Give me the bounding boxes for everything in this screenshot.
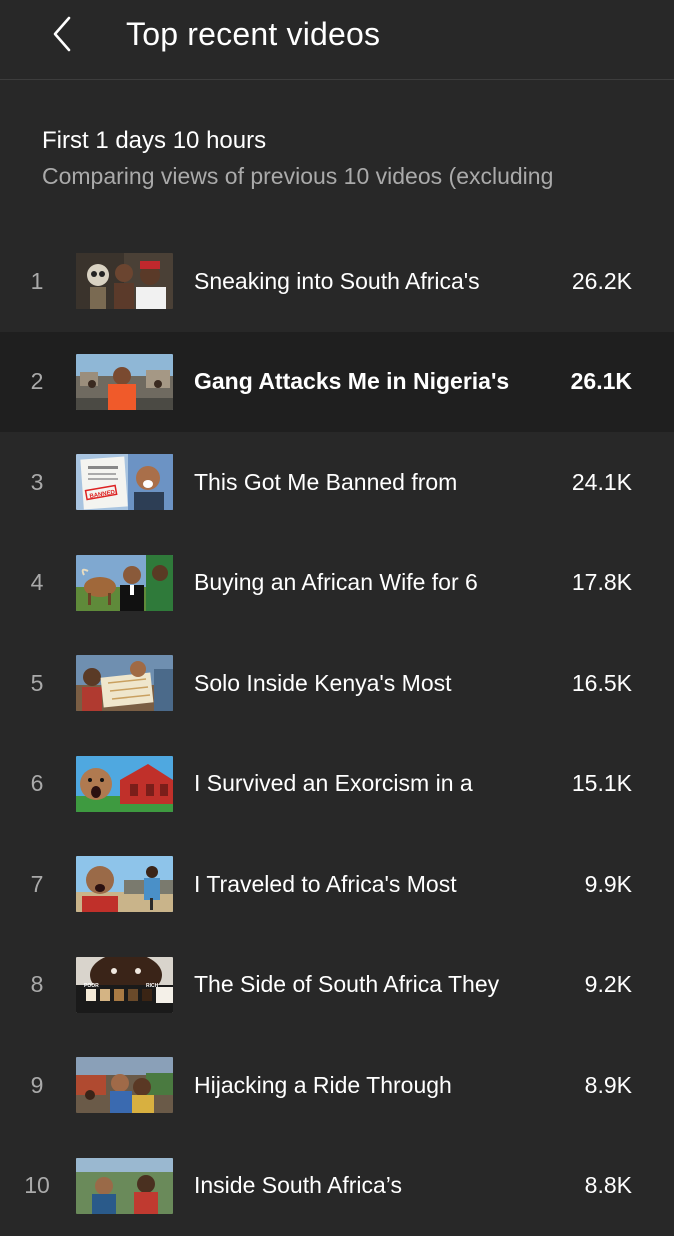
video-title: This Got Me Banned from: [194, 432, 539, 533]
rank-number: 10: [0, 1136, 76, 1236]
video-thumbnail: [76, 856, 173, 912]
video-thumbnail: [76, 354, 173, 410]
video-row[interactable]: 6 I Survived an Exorcism in a 15.1K: [0, 734, 674, 835]
video-thumbnail: [76, 253, 173, 309]
thumbnail-poor-label: POOR: [84, 983, 99, 989]
rank-number: 4: [0, 533, 76, 634]
video-thumbnail: [76, 1057, 173, 1113]
view-count: 17.8K: [572, 533, 632, 634]
comparison-description: Comparing views of previous 10 videos (e…: [42, 161, 662, 191]
view-count: 8.9K: [585, 1035, 632, 1136]
video-thumbnail: BANNED: [76, 454, 173, 510]
video-thumbnail: POOR RICH: [76, 957, 173, 1013]
video-row[interactable]: 5 Solo Inside Kenya's Most 16.5K: [0, 633, 674, 734]
chevron-left-icon: [51, 14, 73, 59]
video-title: Solo Inside Kenya's Most: [194, 633, 539, 734]
video-title: I Survived an Exorcism in a: [194, 734, 539, 835]
video-thumbnail: [76, 555, 173, 611]
rank-number: 3: [0, 432, 76, 533]
view-count: 15.1K: [572, 734, 632, 835]
video-thumbnail: [76, 756, 173, 812]
header: Top recent videos: [0, 0, 674, 80]
view-count: 16.5K: [572, 633, 632, 734]
video-row[interactable]: 7 I Traveled to Africa's Most 9.9K: [0, 834, 674, 935]
video-row[interactable]: 4 Buying an African Wife for 6 17.8K: [0, 533, 674, 634]
video-title: The Side of South Africa They: [194, 935, 539, 1036]
rank-number: 9: [0, 1035, 76, 1136]
video-row[interactable]: 10 Inside South Africa’s 8.8K: [0, 1136, 674, 1236]
video-list: 1 Sneaking into South Africa's 26.2K 2: [0, 231, 674, 1236]
back-button[interactable]: [34, 8, 90, 64]
video-title: Sneaking into South Africa's: [194, 231, 539, 332]
view-count: 24.1K: [572, 432, 632, 533]
rank-number: 6: [0, 734, 76, 835]
video-title: Buying an African Wife for 6: [194, 533, 539, 634]
video-title: Hijacking a Ride Through: [194, 1035, 539, 1136]
video-title: Gang Attacks Me in Nigeria's: [194, 332, 539, 433]
rank-number: 5: [0, 633, 76, 734]
view-count: 9.9K: [585, 834, 632, 935]
video-title: Inside South Africa’s: [194, 1136, 539, 1236]
video-row[interactable]: 1 Sneaking into South Africa's 26.2K: [0, 231, 674, 332]
view-count: 26.1K: [571, 332, 632, 433]
video-row[interactable]: 8 POOR RICH The Side of South Africa The…: [0, 935, 674, 1036]
rank-number: 7: [0, 834, 76, 935]
video-thumbnail: [76, 655, 173, 711]
rank-number: 1: [0, 231, 76, 332]
period-label: First 1 days 10 hours: [42, 126, 266, 156]
video-thumbnail: [76, 1158, 173, 1214]
rank-number: 8: [0, 935, 76, 1036]
page-title: Top recent videos: [126, 14, 380, 54]
video-row[interactable]: 9 Hijacking a Ride Through 8.9K: [0, 1035, 674, 1136]
view-count: 9.2K: [585, 935, 632, 1036]
video-title: I Traveled to Africa's Most: [194, 834, 539, 935]
video-row-selected[interactable]: 2 Gang Attacks Me in Nigeria's 26.1K: [0, 332, 674, 433]
video-row[interactable]: 3 BANNED This Got Me Banned from 24.1K: [0, 432, 674, 533]
rank-number: 2: [0, 332, 76, 433]
view-count: 26.2K: [572, 231, 632, 332]
view-count: 8.8K: [585, 1136, 632, 1236]
